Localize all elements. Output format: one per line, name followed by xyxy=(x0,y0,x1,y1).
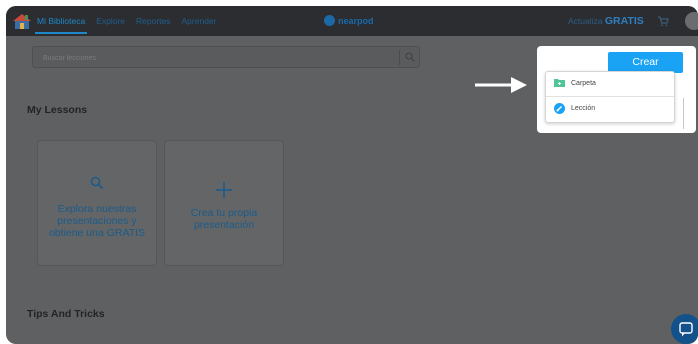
search-input[interactable] xyxy=(41,50,395,66)
chat-support-button[interactable] xyxy=(671,314,698,344)
nav-reportes[interactable]: Reportes xyxy=(136,6,171,36)
explore-card[interactable]: Explora nuestras presentaciones y obtien… xyxy=(37,140,157,266)
my-lessons-title: My Lessons xyxy=(27,104,88,116)
create-popup-highlight: Crear Carpeta Lección xyxy=(537,46,696,133)
chat-icon xyxy=(679,322,693,337)
upgrade-link[interactable]: Actualiza GRATIS xyxy=(568,6,644,36)
main-nav: Mi Biblioteca Explore Reportes Aprender xyxy=(34,6,217,36)
avatar[interactable] xyxy=(685,12,698,30)
search-icon[interactable] xyxy=(405,52,415,62)
upgrade-prefix: Actualiza xyxy=(568,16,603,26)
nearpod-house-logo-icon[interactable] xyxy=(12,13,32,29)
search-divider xyxy=(399,50,400,65)
menu-item-label: Carpeta xyxy=(571,80,596,87)
menu-item-leccion[interactable]: Lección xyxy=(546,97,674,121)
search-icon xyxy=(90,176,104,190)
nav-explore[interactable]: Explore xyxy=(96,6,125,36)
upgrade-highlight: GRATIS xyxy=(604,15,644,27)
nearpod-logo-icon xyxy=(324,15,335,26)
top-navigation-bar: Mi Biblioteca Explore Reportes Aprender … xyxy=(6,6,698,36)
filter-edge xyxy=(683,98,684,129)
menu-item-label: Lección xyxy=(571,105,596,112)
cart-icon[interactable] xyxy=(657,15,669,27)
plus-icon xyxy=(216,182,232,198)
search-bar xyxy=(32,46,420,68)
create-dropdown-menu: Carpeta Lección xyxy=(545,71,675,123)
app-window: Mi Biblioteca Explore Reportes Aprender … xyxy=(6,6,698,344)
folder-icon xyxy=(554,79,565,87)
lesson-icon xyxy=(554,103,565,114)
crear-button[interactable]: Crear xyxy=(608,52,683,73)
explore-card-text: Explora nuestras presentaciones y obtien… xyxy=(48,203,146,239)
brand-logo[interactable]: nearpod xyxy=(324,15,374,26)
brand-name: nearpod xyxy=(338,15,374,26)
pointer-arrow-icon xyxy=(475,77,527,93)
menu-item-carpeta[interactable]: Carpeta xyxy=(546,72,674,97)
create-card[interactable]: Crea tu propia presentación xyxy=(164,140,284,266)
create-card-text: Crea tu propia presentación xyxy=(190,207,258,231)
nav-aprender[interactable]: Aprender xyxy=(182,6,217,36)
tips-and-tricks-title: Tips And Tricks xyxy=(27,308,105,320)
nav-mi-biblioteca[interactable]: Mi Biblioteca xyxy=(34,6,88,36)
